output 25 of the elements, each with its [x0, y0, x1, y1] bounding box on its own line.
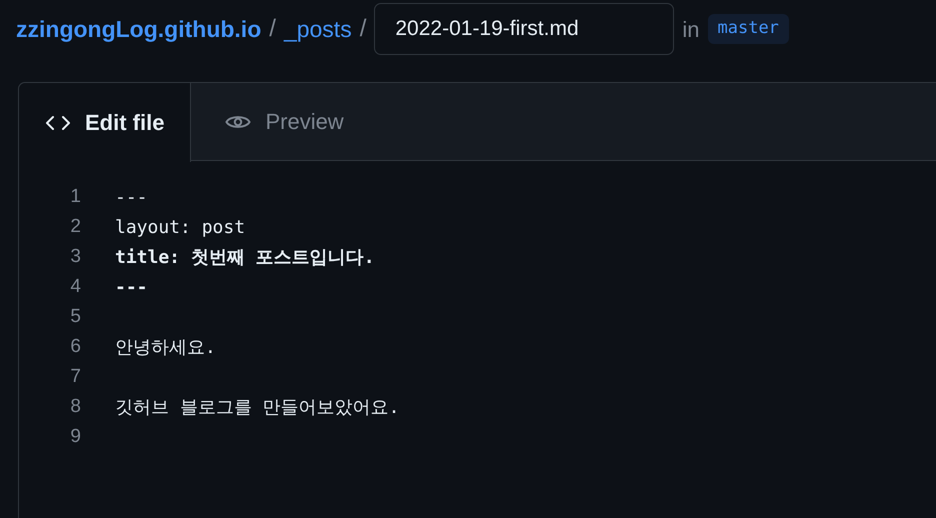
- editor-tab[interactable]: Edit file: [19, 83, 192, 162]
- line-number: 9: [69, 424, 81, 449]
- line-number: 8: [69, 394, 81, 419]
- code-line: ---: [115, 276, 148, 300]
- line-number: 2: [69, 214, 81, 239]
- branch-badge: master: [708, 14, 789, 44]
- code-line: ---: [115, 186, 148, 210]
- filename-field[interactable]: 2022-01-19-first.md: [374, 3, 674, 55]
- code-icon: [45, 114, 71, 130]
- code-line: title: 첫번째 포스트입니다.: [115, 246, 375, 270]
- code-line: 안녕하세요.: [115, 336, 216, 360]
- path-separator: /: [269, 14, 276, 44]
- line-number: 6: [69, 334, 81, 359]
- in-label: in: [682, 16, 700, 44]
- line-number: 1: [69, 184, 81, 209]
- code-line: layout: post: [115, 216, 246, 240]
- line-number: 7: [69, 364, 81, 389]
- line-number: 4: [69, 274, 81, 299]
- code-line: 깃허브 블로그를 만들어보았어요.: [115, 396, 400, 420]
- repository-link[interactable]: zzingongLog.github.io: [16, 12, 262, 46]
- line-number: 5: [69, 304, 81, 329]
- folder-link[interactable]: _posts: [284, 12, 352, 46]
- path-separator: /: [360, 14, 366, 44]
- line-number: 3: [69, 244, 81, 269]
- editor-tab[interactable]: Preview: [191, 83, 378, 160]
